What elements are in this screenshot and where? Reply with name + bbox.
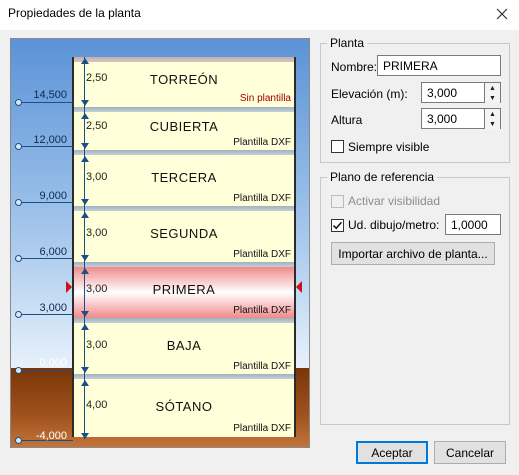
altura-spinner[interactable]: ▲ ▼ [485,108,501,129]
siempre-visible-label: Siempre visible [348,140,430,154]
checkmark-icon [332,221,343,230]
dimension-arrow [81,143,89,149]
importar-archivo-button[interactable]: Importar archivo de planta... [331,242,495,265]
dimension-arrow [81,324,89,330]
floor-template: Plantilla DXF [233,423,291,434]
title-bar: Propiedades de la planta [0,0,519,30]
level-label: 14,500 [33,89,67,101]
dimension-arrow [81,100,89,106]
level-label: -4,000 [35,430,67,442]
dimension-arrow [81,212,89,218]
level-line [17,102,73,103]
dimension-arrow [81,113,89,119]
floor-name: CUBIERTA [149,119,219,134]
close-button[interactable] [485,0,519,28]
nombre-label: Nombre: [331,60,378,74]
dimension-arrow [81,199,89,205]
spin-down-icon[interactable]: ▼ [485,93,500,103]
dimension-arrow [81,268,89,274]
floor-name: TORREÓN [149,72,219,87]
building: 2,50 TORREÓN Sin plantilla 2,50 CUBIERTA… [72,57,296,437]
floor-sotano[interactable]: 4,00 SÓTANO Plantilla DXF [74,379,294,437]
level-line [17,314,73,315]
accept-button[interactable]: Aceptar [356,441,428,464]
siempre-visible-checkbox[interactable] [331,140,344,153]
close-icon [496,8,508,20]
floor-torreon[interactable]: 2,50 TORREÓN Sin plantilla [74,62,294,107]
ud-dibujo-label: Ud. dibujo/metro: [348,218,440,232]
level-label: 6,000 [39,246,67,258]
nombre-input[interactable] [377,55,501,76]
level-line [17,202,73,203]
elevacion-input[interactable] [421,82,485,103]
building-preview[interactable]: 2,50 TORREÓN Sin plantilla 2,50 CUBIERTA… [10,38,310,448]
activar-visibilidad-checkbox[interactable] [331,195,344,208]
floor-template: Plantilla DXF [233,361,291,372]
dimension-arrow [81,311,89,317]
planta-group-title: Planta [327,36,368,50]
dimension-arrow [81,367,89,373]
floor-name: SÓTANO [155,399,213,414]
selected-floor-left-marker [66,281,72,293]
elevacion-spinner[interactable]: ▲ ▼ [485,82,501,103]
floor-name: SEGUNDA [150,226,218,241]
floor-name: PRIMERA [152,282,216,297]
altura-input[interactable] [421,108,485,129]
spin-down-icon[interactable]: ▼ [485,119,500,129]
floor-tercera[interactable]: 3,00 TERCERA Plantilla DXF [74,155,294,206]
activar-visibilidad-label: Activar visibilidad [348,194,441,208]
level-label: 3,000 [39,302,67,314]
referencia-group-title: Plano de referencia [327,170,438,184]
dimension-arrow [81,255,89,261]
floor-template: Plantilla DXF [233,249,291,260]
floor-name: TERCERA [151,170,217,185]
level-line [17,370,73,371]
floor-segunda[interactable]: 3,00 SEGUNDA Plantilla DXF [74,211,294,262]
window-title: Propiedades de la planta [8,6,141,20]
floor-template: Plantilla DXF [233,305,291,316]
floor-template: Plantilla DXF [233,193,291,204]
ud-dibujo-checkbox[interactable] [331,219,344,232]
level-line [17,258,73,259]
level-line [17,146,73,147]
cancel-button[interactable]: Cancelar [434,441,506,464]
level-label: 0,000 [39,357,67,369]
referencia-group: Plano de referencia Activar visibilidad … [320,170,510,425]
floor-primera[interactable]: 3,00 PRIMERA Plantilla DXF [74,267,294,318]
floor-template: Plantilla DXF [233,137,291,148]
planta-group: Planta Nombre: Elevación (m): ▲ ▼ Altura… [320,36,510,163]
dimension-arrow [81,156,89,162]
elevacion-label: Elevación (m): [331,87,408,101]
altura-label: Altura [331,113,363,127]
level-label: 12,000 [33,134,67,146]
floor-template: Sin plantilla [239,93,291,104]
floor-baja[interactable]: 3,00 BAJA Plantilla DXF [74,323,294,374]
level-label: 9,000 [39,190,67,202]
floor-name: BAJA [166,338,202,353]
dimension-arrow [81,380,89,386]
dimension-arrow [81,58,89,64]
ud-dibujo-input[interactable] [445,214,501,235]
selected-floor-right-marker [296,281,302,293]
floor-cubierta[interactable]: 2,50 CUBIERTA Plantilla DXF [74,112,294,150]
dimension-arrow [81,433,89,439]
